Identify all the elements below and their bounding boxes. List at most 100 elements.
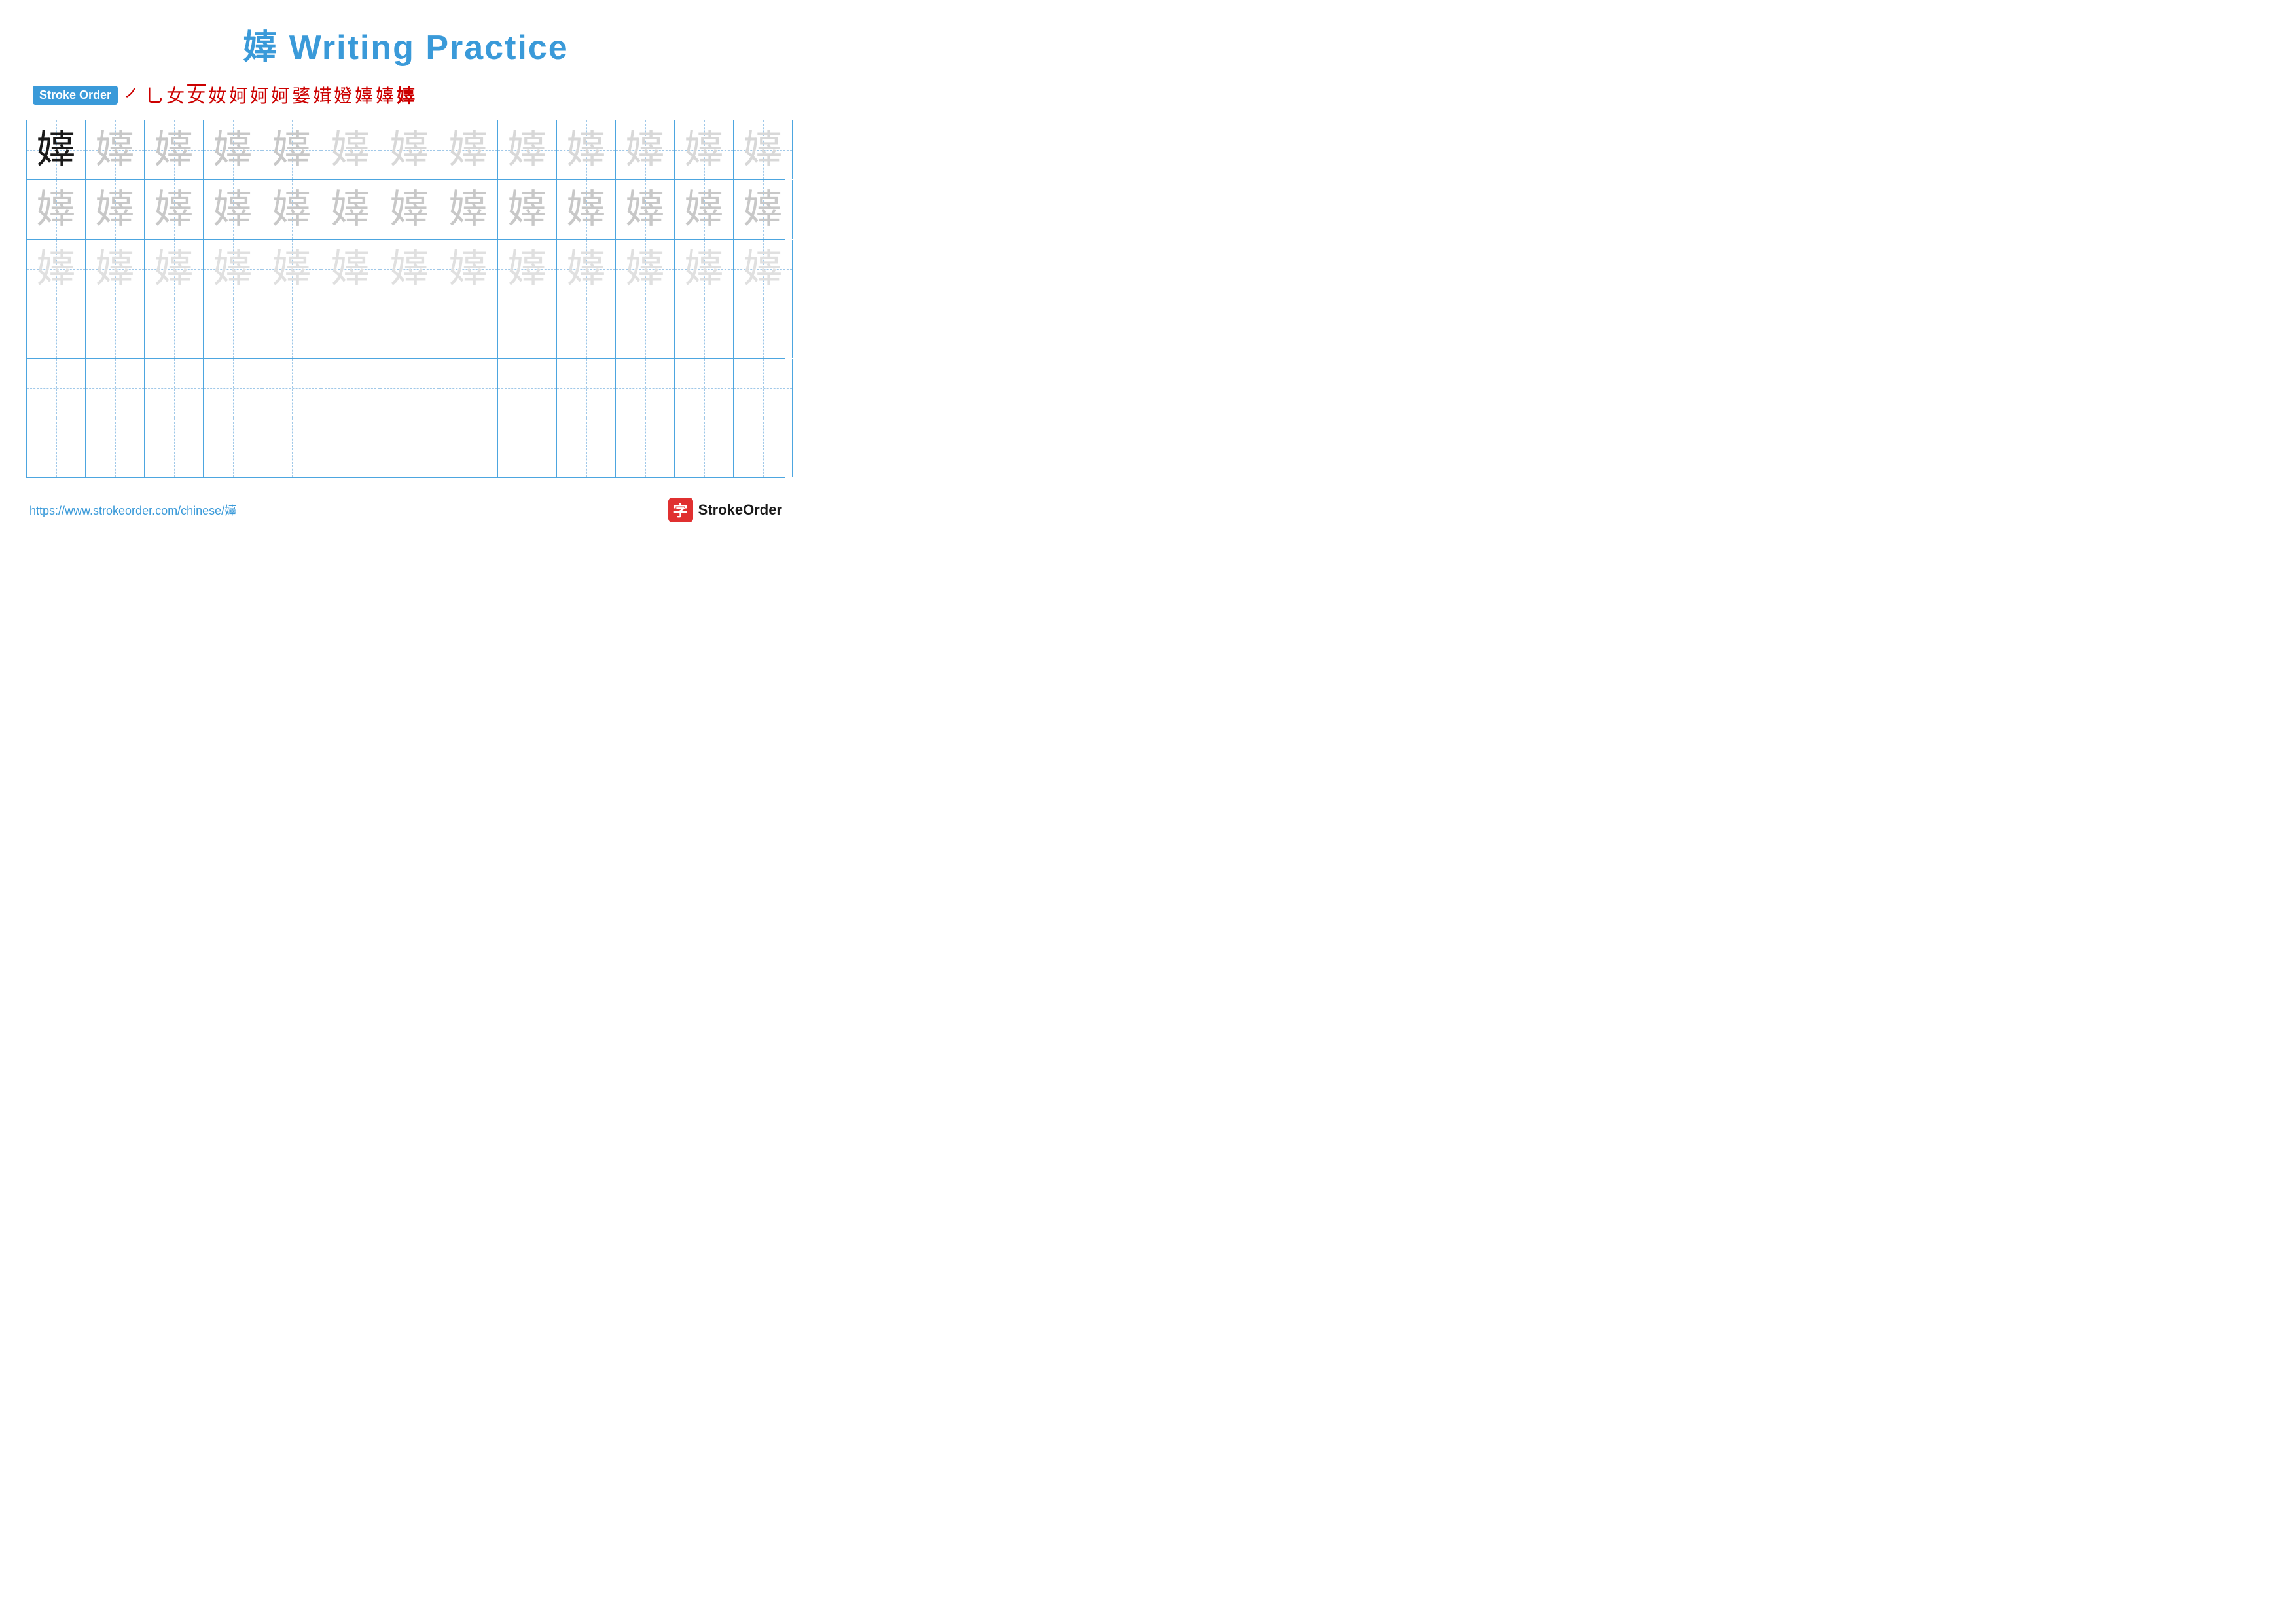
grid-cell[interactable]	[439, 299, 498, 358]
grid-cell[interactable]: 嫴	[204, 120, 262, 179]
grid-row	[27, 418, 785, 478]
grid-cell[interactable]	[380, 299, 439, 358]
grid-cell[interactable]: 嫴	[27, 180, 86, 239]
grid-cell[interactable]: 嫴	[27, 120, 86, 179]
grid-cell[interactable]: 嫴	[204, 180, 262, 239]
grid-cell[interactable]	[616, 299, 675, 358]
stroke-2: 乚	[145, 82, 164, 108]
grid-cell[interactable]	[321, 299, 380, 358]
grid-cell[interactable]: 嫴	[86, 180, 145, 239]
grid-cell[interactable]	[557, 359, 616, 418]
grid-cell[interactable]: 嫴	[557, 120, 616, 179]
grid-cell[interactable]: 嫴	[675, 180, 734, 239]
grid-cell[interactable]: 嫴	[675, 120, 734, 179]
grid-cell[interactable]	[616, 418, 675, 477]
grid-cell[interactable]	[321, 359, 380, 418]
grid-cell[interactable]	[675, 359, 734, 418]
grid-cell[interactable]	[86, 418, 145, 477]
practice-char: 嫴	[626, 190, 665, 229]
grid-cell[interactable]	[734, 359, 793, 418]
grid-cell[interactable]	[27, 359, 86, 418]
grid-cell[interactable]: 嫴	[557, 240, 616, 299]
grid-cell[interactable]	[557, 299, 616, 358]
stroke-12: 嫴	[355, 82, 373, 108]
practice-char: 嫴	[213, 130, 253, 170]
grid-cell[interactable]: 嫴	[439, 120, 498, 179]
grid-cell[interactable]: 嫴	[380, 180, 439, 239]
grid-cell[interactable]	[86, 299, 145, 358]
grid-cell[interactable]	[380, 359, 439, 418]
stroke-11: 嬁	[334, 82, 352, 108]
grid-cell[interactable]	[262, 299, 321, 358]
practice-char: 嫴	[744, 130, 783, 170]
grid-cell[interactable]: 嫴	[498, 120, 557, 179]
grid-cell[interactable]	[27, 418, 86, 477]
grid-cell[interactable]: 嫴	[616, 240, 675, 299]
grid-cell[interactable]: 嫴	[380, 120, 439, 179]
grid-cell[interactable]: 嫴	[498, 240, 557, 299]
grid-cell[interactable]: 嫴	[262, 120, 321, 179]
grid-cell[interactable]	[145, 418, 204, 477]
grid-cell[interactable]: 嫴	[734, 180, 793, 239]
grid-cell[interactable]	[86, 359, 145, 418]
stroke-7: 妸	[250, 82, 268, 108]
grid-row: 嫴嫴嫴嫴嫴嫴嫴嫴嫴嫴嫴嫴嫴	[27, 240, 785, 299]
practice-char: 嫴	[685, 130, 724, 170]
grid-cell[interactable]	[204, 299, 262, 358]
grid-cell[interactable]	[27, 299, 86, 358]
grid-cell[interactable]: 嫴	[145, 120, 204, 179]
grid-cell[interactable]	[321, 418, 380, 477]
grid-cell[interactable]	[262, 418, 321, 477]
grid-cell[interactable]	[439, 359, 498, 418]
grid-cell[interactable]	[439, 418, 498, 477]
grid-cell[interactable]: 嫴	[439, 240, 498, 299]
grid-cell[interactable]: 嫴	[675, 240, 734, 299]
grid-cell[interactable]	[616, 359, 675, 418]
grid-cell[interactable]: 嫴	[616, 120, 675, 179]
grid-cell[interactable]	[498, 299, 557, 358]
grid-cell[interactable]	[204, 359, 262, 418]
grid-cell[interactable]	[145, 359, 204, 418]
grid-cell[interactable]: 嫴	[145, 240, 204, 299]
grid-cell[interactable]: 嫴	[321, 120, 380, 179]
practice-char: 嫴	[390, 190, 429, 229]
grid-cell[interactable]	[204, 418, 262, 477]
grid-cell[interactable]	[734, 299, 793, 358]
grid-cell[interactable]: 嫴	[734, 240, 793, 299]
practice-char: 嫴	[37, 249, 76, 289]
grid-cell[interactable]: 嫴	[557, 180, 616, 239]
grid-cell[interactable]: 嫴	[498, 180, 557, 239]
grid-cell[interactable]	[734, 418, 793, 477]
stroke-8: 妸	[271, 82, 289, 108]
grid-cell[interactable]: 嫴	[380, 240, 439, 299]
grid-cell[interactable]: 嫴	[86, 120, 145, 179]
grid-row	[27, 359, 785, 418]
practice-char: 嫴	[331, 249, 370, 289]
grid-cell[interactable]: 嫴	[86, 240, 145, 299]
grid-cell[interactable]: 嫴	[262, 240, 321, 299]
grid-cell[interactable]: 嫴	[204, 240, 262, 299]
brand-name: StrokeOrder	[698, 501, 782, 519]
grid-cell[interactable]	[380, 418, 439, 477]
grid-cell[interactable]	[557, 418, 616, 477]
grid-cell[interactable]: 嫴	[262, 180, 321, 239]
grid-cell[interactable]	[145, 299, 204, 358]
grid-cell[interactable]: 嫴	[734, 120, 793, 179]
practice-char: 嫴	[626, 249, 665, 289]
grid-cell[interactable]	[675, 299, 734, 358]
grid-cell[interactable]: 嫴	[439, 180, 498, 239]
stroke-3: 女	[166, 82, 185, 108]
grid-cell[interactable]: 嫴	[145, 180, 204, 239]
grid-cell[interactable]: 嫴	[27, 240, 86, 299]
grid-cell[interactable]: 嫴	[616, 180, 675, 239]
grid-cell[interactable]	[498, 418, 557, 477]
grid-cell[interactable]: 嫴	[321, 180, 380, 239]
practice-char: 嫴	[272, 190, 312, 229]
stroke-4: 女	[187, 82, 206, 108]
stroke-9: 婱	[292, 82, 310, 108]
grid-cell[interactable]	[498, 359, 557, 418]
grid-cell[interactable]: 嫴	[321, 240, 380, 299]
grid-cell[interactable]	[262, 359, 321, 418]
grid-cell[interactable]	[675, 418, 734, 477]
footer-url[interactable]: https://www.strokeorder.com/chinese/嫴	[29, 501, 236, 519]
